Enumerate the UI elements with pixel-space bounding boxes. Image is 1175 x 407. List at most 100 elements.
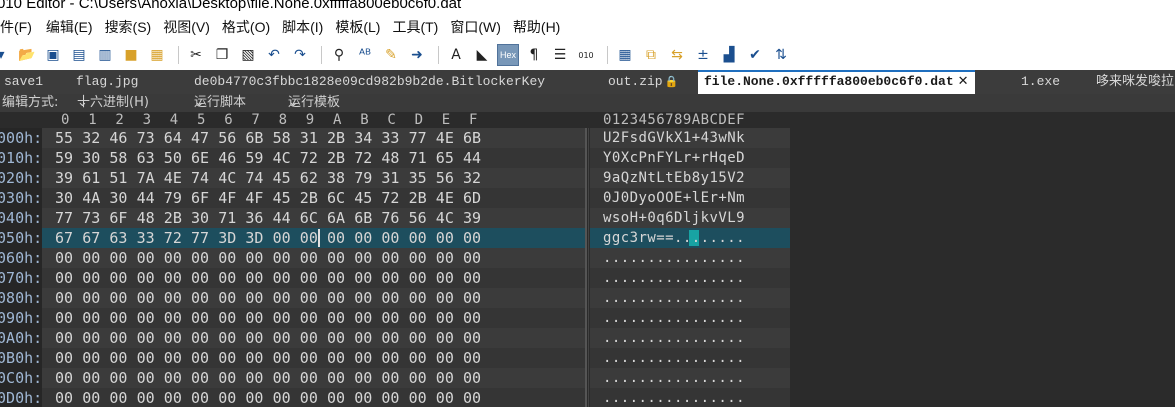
hex-byte[interactable]: 00 (137, 268, 155, 288)
ascii-text[interactable]: 0J0DyoOOE+lEr+Nm (603, 188, 745, 208)
hex-byte[interactable]: 30 (191, 208, 209, 228)
hex-byte[interactable]: 00 (354, 308, 372, 328)
hex-byte[interactable]: 00 (218, 268, 236, 288)
hex-byte[interactable]: 00 (273, 228, 291, 248)
hex-byte[interactable]: 00 (273, 268, 291, 288)
hex-byte[interactable]: 00 (381, 348, 399, 368)
hex-byte[interactable]: 2B (164, 208, 182, 228)
hex-byte[interactable]: 73 (82, 208, 100, 228)
hex-byte[interactable]: 4F (218, 188, 236, 208)
ascii-text[interactable]: wsoH+0q6DljkvVL9 (603, 208, 745, 228)
hex-byte[interactable]: 00 (436, 288, 454, 308)
hex-byte[interactable]: 00 (218, 388, 236, 407)
hex-byte[interactable]: 00 (463, 348, 481, 368)
hex-byte[interactable]: 00 (409, 288, 427, 308)
hex-byte[interactable]: 2B (300, 188, 318, 208)
hex-byte[interactable]: 00 (436, 268, 454, 288)
hex-byte[interactable]: 00 (137, 308, 155, 328)
hex-byte[interactable]: 00 (164, 328, 182, 348)
hex-byte[interactable]: 4F (245, 188, 263, 208)
sort-icon[interactable]: ± (692, 44, 714, 66)
hex-byte[interactable]: 00 (245, 268, 263, 288)
hex-byte[interactable]: 44 (273, 208, 291, 228)
hex-byte[interactable]: 4C (436, 208, 454, 228)
cut-icon[interactable]: ✂ (185, 44, 207, 66)
hex-byte[interactable]: 00 (245, 348, 263, 368)
hex-byte[interactable]: 00 (436, 228, 454, 248)
hex-byte[interactable]: 00 (463, 368, 481, 388)
hex-byte[interactable]: 00 (354, 328, 372, 348)
hex-byte[interactable]: 6F (109, 208, 127, 228)
hex-byte[interactable]: 00 (109, 268, 127, 288)
hex-byte[interactable]: 3D (218, 228, 236, 248)
hex-byte[interactable]: 00 (273, 288, 291, 308)
ascii-text[interactable]: Y0XcPnFYLr+rHqeD (603, 148, 745, 168)
hex-byte[interactable]: 00 (109, 348, 127, 368)
hex-byte[interactable]: 4A (82, 188, 100, 208)
hex-byte[interactable]: 73 (137, 128, 155, 148)
hex-byte[interactable]: 31 (300, 128, 318, 148)
hex-byte[interactable]: 71 (409, 148, 427, 168)
hex-byte[interactable]: 59 (55, 148, 73, 168)
hex-byte[interactable]: 00 (300, 348, 318, 368)
hex-byte[interactable]: 44 (137, 188, 155, 208)
ascii-text[interactable]: 9aQzNtLtEb8y15V2 (603, 168, 745, 188)
hex-byte[interactable]: 6B (354, 208, 372, 228)
hex-byte[interactable]: 00 (245, 328, 263, 348)
hex-byte[interactable]: 00 (55, 308, 73, 328)
hex-byte[interactable]: 00 (164, 348, 182, 368)
tab-save1[interactable]: save1 (4, 70, 43, 94)
hex-mode-icon[interactable]: Hex (497, 44, 519, 66)
hex-byte[interactable]: 6E (191, 148, 209, 168)
hex-byte[interactable]: 00 (82, 248, 100, 268)
hex-byte[interactable]: 56 (436, 168, 454, 188)
hex-byte[interactable]: 00 (381, 308, 399, 328)
hex-byte[interactable]: 00 (137, 248, 155, 268)
hex-byte[interactable]: 00 (164, 368, 182, 388)
hex-byte[interactable]: 00 (82, 308, 100, 328)
hex-byte[interactable]: 6B (463, 128, 481, 148)
ascii-text[interactable]: ................ (603, 288, 745, 308)
hex-byte[interactable]: 48 (381, 148, 399, 168)
hex-byte[interactable]: 00 (273, 248, 291, 268)
hex-byte[interactable]: 00 (409, 308, 427, 328)
hex-byte[interactable]: 00 (164, 388, 182, 407)
hex-byte[interactable]: 56 (218, 128, 236, 148)
hex-byte[interactable]: 00 (300, 268, 318, 288)
hex-byte[interactable]: 00 (300, 248, 318, 268)
hex-byte[interactable]: 76 (381, 208, 399, 228)
ascii-text[interactable]: ................ (603, 328, 745, 348)
hex-byte[interactable]: 00 (218, 328, 236, 348)
hex-byte[interactable]: 51 (109, 168, 127, 188)
hex-byte[interactable]: 00 (327, 348, 345, 368)
hex-byte[interactable]: 00 (218, 368, 236, 388)
hex-byte[interactable]: 4C (218, 168, 236, 188)
hex-byte[interactable]: 00 (300, 388, 318, 407)
hex-byte[interactable]: 00 (463, 228, 481, 248)
hex-byte[interactable]: 39 (463, 208, 481, 228)
hex-byte[interactable]: 58 (273, 128, 291, 148)
hex-byte[interactable]: 00 (273, 328, 291, 348)
hex-byte[interactable]: 00 (327, 388, 345, 407)
hex-byte[interactable]: 63 (137, 148, 155, 168)
swap-icon[interactable]: ⇆ (666, 44, 688, 66)
hex-byte[interactable]: 65 (436, 148, 454, 168)
calculator-icon[interactable]: ▦ (614, 44, 636, 66)
hex-byte[interactable]: 00 (137, 388, 155, 407)
hex-byte[interactable]: 64 (164, 128, 182, 148)
hex-byte[interactable]: 00 (164, 268, 182, 288)
hex-byte[interactable]: 00 (55, 288, 73, 308)
hex-byte[interactable]: 00 (381, 228, 399, 248)
hex-byte[interactable]: 63 (109, 228, 127, 248)
hex-byte[interactable]: 00 (273, 368, 291, 388)
hex-byte[interactable]: 61 (82, 168, 100, 188)
hex-byte[interactable]: 4C (273, 148, 291, 168)
hex-byte[interactable]: 00 (55, 388, 73, 407)
hex-byte[interactable]: 00 (218, 308, 236, 328)
undo-icon[interactable]: ↶ (263, 44, 285, 66)
hex-byte[interactable]: 00 (82, 328, 100, 348)
hex-byte[interactable]: 00 (82, 288, 100, 308)
hex-byte[interactable]: 79 (354, 168, 372, 188)
hex-byte[interactable]: 35 (409, 168, 427, 188)
font-icon[interactable]: A (445, 44, 467, 66)
